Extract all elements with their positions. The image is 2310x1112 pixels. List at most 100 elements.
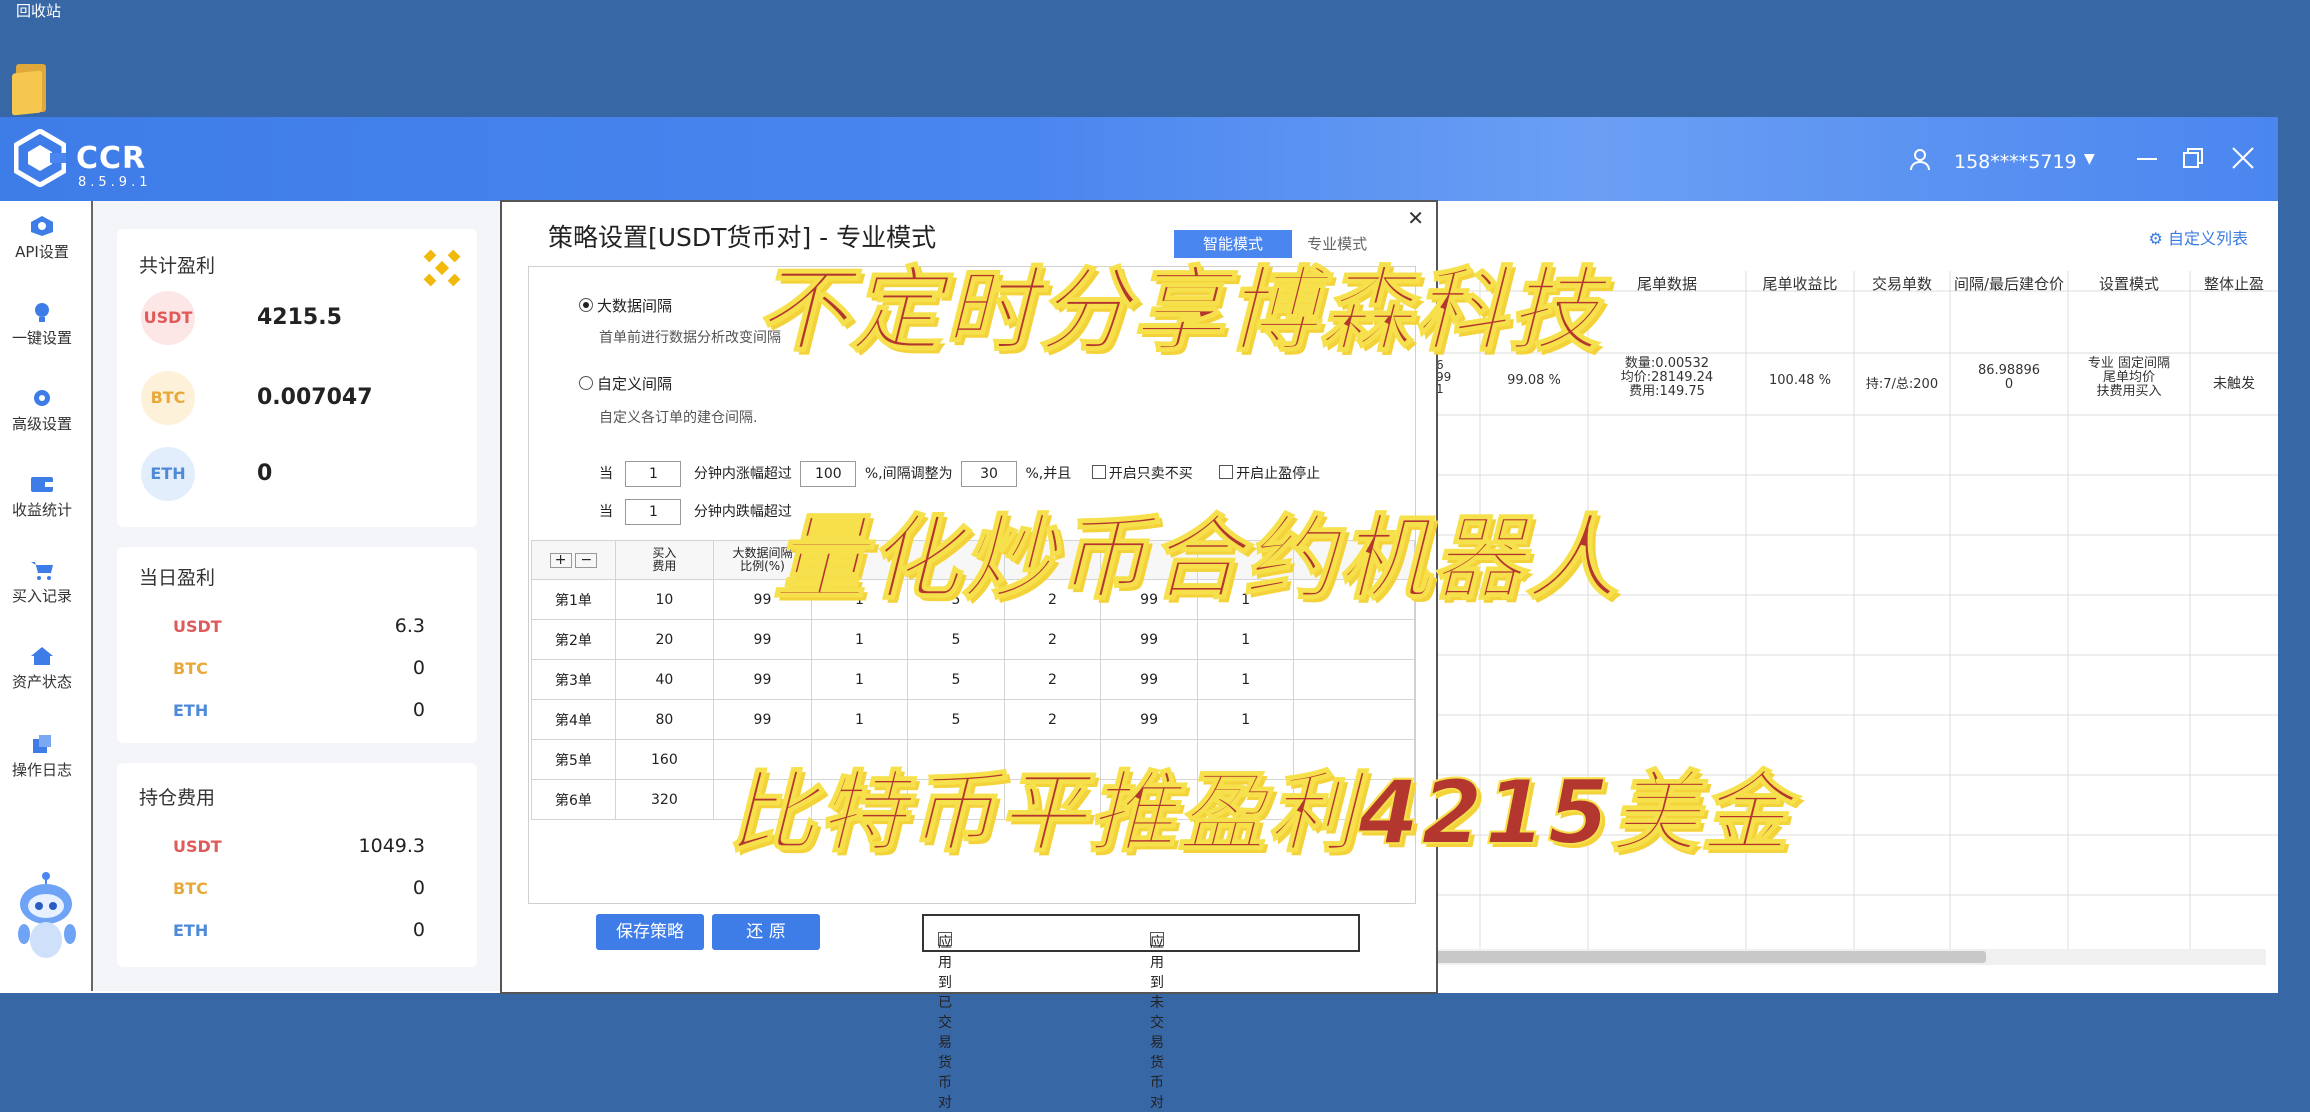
apply-options: 应用到已交易货币对 应用到未交易货币对 (922, 914, 1360, 1111)
scrollbar-thumb[interactable] (1436, 951, 1986, 963)
checkbox-label: 应用到已交易货币对 (938, 935, 952, 1111)
table-row: 第2单 20 99 1 5 2 99 1 (531, 619, 1416, 660)
eth-coin-icon: ETH (141, 447, 195, 501)
table-cell[interactable]: 99 (1099, 619, 1199, 660)
folder-icon[interactable] (12, 64, 48, 116)
table-cell[interactable]: 1 (811, 699, 908, 740)
eth-label: ETH (173, 701, 209, 720)
card-title: 持仓费用 (139, 787, 216, 809)
table-cell: 100.48 % (1769, 373, 1831, 388)
table-cell[interactable]: 1 (1197, 659, 1294, 700)
checkbox[interactable] (1091, 465, 1106, 479)
sidebar-item-asset-status[interactable]: 资产状态 (0, 631, 84, 711)
table-cell[interactable]: 99 (1099, 659, 1199, 700)
column-header: 尾单数据 (1636, 275, 1697, 293)
save-strategy-button[interactable]: 保存策略 (596, 914, 704, 950)
binance-logo-icon (423, 249, 461, 287)
table-cell[interactable]: 320 (614, 779, 714, 820)
radio-custom-interval[interactable]: 自定义间隔 (579, 373, 672, 394)
fall-minutes-input[interactable]: 1 (625, 499, 682, 525)
recycle-bin-label[interactable]: 回收站 (16, 0, 61, 21)
sliders-icon: ⚙ (2148, 229, 2163, 248)
table-cell: 99.08 % (1507, 373, 1561, 388)
robot-assistant-icon[interactable] (12, 872, 82, 964)
table-cell[interactable]: 1 (1197, 699, 1294, 740)
minimize-icon[interactable] (2136, 149, 2158, 169)
sidebar-item-buy-records[interactable]: 买入记录 (0, 545, 84, 625)
sidebar-item-label: 一键设置 (11, 329, 72, 347)
table-cell (1292, 699, 1416, 740)
card-title: 共计盈利 (139, 255, 216, 277)
table-cell[interactable]: 160 (614, 739, 714, 780)
close-icon[interactable] (2230, 145, 2256, 171)
cond-label: 当 (599, 466, 613, 482)
table-cell[interactable]: 99 (1099, 699, 1199, 740)
horizontal-scrollbar[interactable] (1436, 949, 2266, 965)
radio-hint: 首单前进行数据分析改变间隔 (599, 330, 781, 346)
add-row-button[interactable]: + (549, 552, 572, 568)
table-cell[interactable]: 40 (614, 659, 714, 700)
table-row: 第4单 80 99 1 5 2 99 1 (531, 699, 1416, 740)
holding-eth-value: 0 (412, 919, 425, 941)
total-eth-value: 0 (257, 461, 273, 486)
custom-list-label: 自定义列表 (2167, 229, 2248, 248)
restore-icon[interactable] (2182, 147, 2204, 169)
reset-button[interactable]: 还 原 (712, 914, 820, 950)
table-cell[interactable]: 1 (811, 659, 908, 700)
column-header: 间隔/最后建仓价 (1953, 275, 2065, 293)
sell-only-checkbox[interactable]: 开启只卖不买 (1091, 465, 1193, 482)
sidebar-item-advanced[interactable]: 高级设置 (0, 373, 84, 453)
sidebar-item-profit-stats[interactable]: 收益统计 (0, 459, 84, 539)
sidebar-item-operation-log[interactable]: 操作日志 (0, 719, 84, 799)
column-header: 整体止盈 (2203, 275, 2264, 293)
table-cell[interactable]: 20 (614, 619, 714, 660)
column-header: 设置模式 (2098, 275, 2159, 293)
user-phone[interactable]: 158****5719 (1954, 151, 2077, 173)
checkbox[interactable] (1219, 465, 1234, 479)
table-cell[interactable]: 10 (614, 579, 714, 620)
chevron-down-icon[interactable]: ▼ (2084, 151, 2095, 167)
close-icon[interactable]: ✕ (1407, 206, 1424, 230)
row-label: 第1单 (531, 579, 616, 620)
checkbox-label: 开启只卖不买 (1108, 466, 1193, 482)
custom-list-button[interactable]: ⚙ 自定义列表 (2149, 225, 2248, 249)
table-cell[interactable]: 99 (712, 699, 813, 740)
overlay-caption-1: 不定时分享博森科技 (755, 256, 1603, 365)
api-icon (31, 216, 53, 236)
cond-label: %,间隔调整为 (864, 466, 953, 482)
sidebar-item-api[interactable]: API设置 (0, 201, 84, 281)
sidebar-item-label: API设置 (15, 243, 69, 261)
table-cell[interactable]: 5 (906, 619, 1006, 660)
total-profit-card: 共计盈利 USDT 4215.5 BTC 0.007047 ETH 0 (117, 229, 477, 527)
cond-label: 分钟内涨幅超过 (693, 466, 792, 482)
table-cell[interactable]: 5 (906, 699, 1006, 740)
radio-bigdata-interval[interactable]: 大数据间隔 (579, 295, 672, 316)
table-cell[interactable]: 2 (1004, 659, 1101, 700)
row-label: 第5单 (531, 739, 616, 780)
table-cell[interactable]: 5 (906, 659, 1006, 700)
take-profit-stop-checkbox[interactable]: 开启止盈停止 (1219, 465, 1320, 482)
bulb-icon (35, 303, 49, 322)
column-header: 尾单收益比 (1762, 275, 1838, 293)
btc-coin-icon: BTC (141, 371, 195, 425)
remove-row-button[interactable]: − (575, 552, 598, 568)
user-icon[interactable] (1908, 147, 1932, 171)
table-cell[interactable]: 1 (1197, 619, 1294, 660)
cart-icon (31, 562, 53, 580)
profit-stats-panel: 共计盈利 USDT 4215.5 BTC 0.007047 ETH 0 当日盈利… (91, 201, 501, 991)
table-cell[interactable]: 2 (1004, 699, 1101, 740)
rise-minutes-input[interactable]: 1 (625, 461, 682, 487)
table-cell[interactable]: 2 (1004, 619, 1101, 660)
table-cell[interactable]: 99 (712, 659, 813, 700)
sidebar-item-label: 买入记录 (11, 587, 72, 605)
table-cell[interactable]: 80 (614, 699, 714, 740)
daily-btc-value: 0 (412, 657, 425, 679)
sidebar-item-quick-setup[interactable]: 一键设置 (0, 287, 84, 367)
table-cell (1292, 619, 1416, 660)
fall-condition-row: 当 1 分钟内跌幅超过 (599, 499, 792, 525)
table-cell[interactable]: 1 (811, 619, 908, 660)
table-cell[interactable]: 99 (712, 619, 813, 660)
row-label: 第4单 (531, 699, 616, 740)
radio-dot (579, 298, 593, 312)
radio-label: 大数据间隔 (597, 297, 673, 315)
